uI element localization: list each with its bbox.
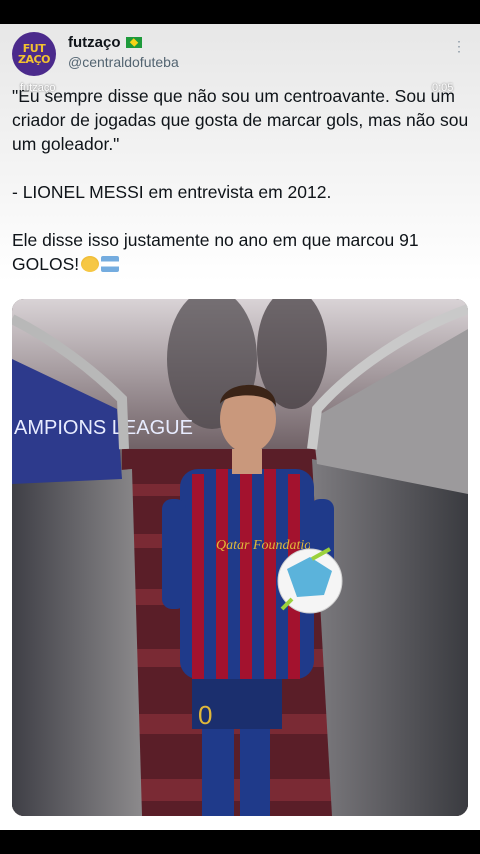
argentina-flag-icon — [101, 256, 120, 272]
shorts-number: 0 — [198, 700, 212, 730]
tweet-comment: Ele disse isso justamente no ano em que … — [12, 228, 472, 276]
tweet-quote: "Eu sempre disse que não sou um centroav… — [12, 86, 469, 154]
avatar[interactable]: FUT ZAÇO — [12, 32, 56, 76]
banner-text: AMPIONS LEAGUE — [14, 417, 193, 439]
status-bar — [0, 0, 480, 24]
bottom-bar — [0, 830, 480, 854]
display-name-label[interactable]: futzaço — [68, 34, 121, 51]
video-timestamp: 0:05 — [432, 82, 454, 94]
user-handle[interactable]: @centraldofuteba — [68, 54, 179, 70]
exploding-head-emoji-icon — [81, 256, 100, 272]
tweet-media-image[interactable]: AMPIONS LEAGUE 0 Qatar Foundation — [12, 299, 468, 816]
more-options-icon[interactable]: ⋮ — [452, 38, 466, 55]
tweet-comment-text: Ele disse isso justamente no ano em que … — [12, 230, 419, 274]
soccer-ball-icon — [277, 547, 343, 614]
tweet-attribution: - LIONEL MESSI em entrevista em 2012. — [12, 182, 332, 202]
video-watermark: futzaço — [20, 82, 56, 94]
tweet-body: "Eu sempre disse que não sou um centroav… — [12, 84, 472, 276]
avatar-text: FUT ZAÇO — [18, 42, 50, 66]
messi-tunnel-illustration: AMPIONS LEAGUE 0 Qatar Foundation — [12, 299, 468, 816]
display-name[interactable]: futzaço — [68, 34, 142, 51]
brazil-flag-icon — [125, 36, 142, 48]
